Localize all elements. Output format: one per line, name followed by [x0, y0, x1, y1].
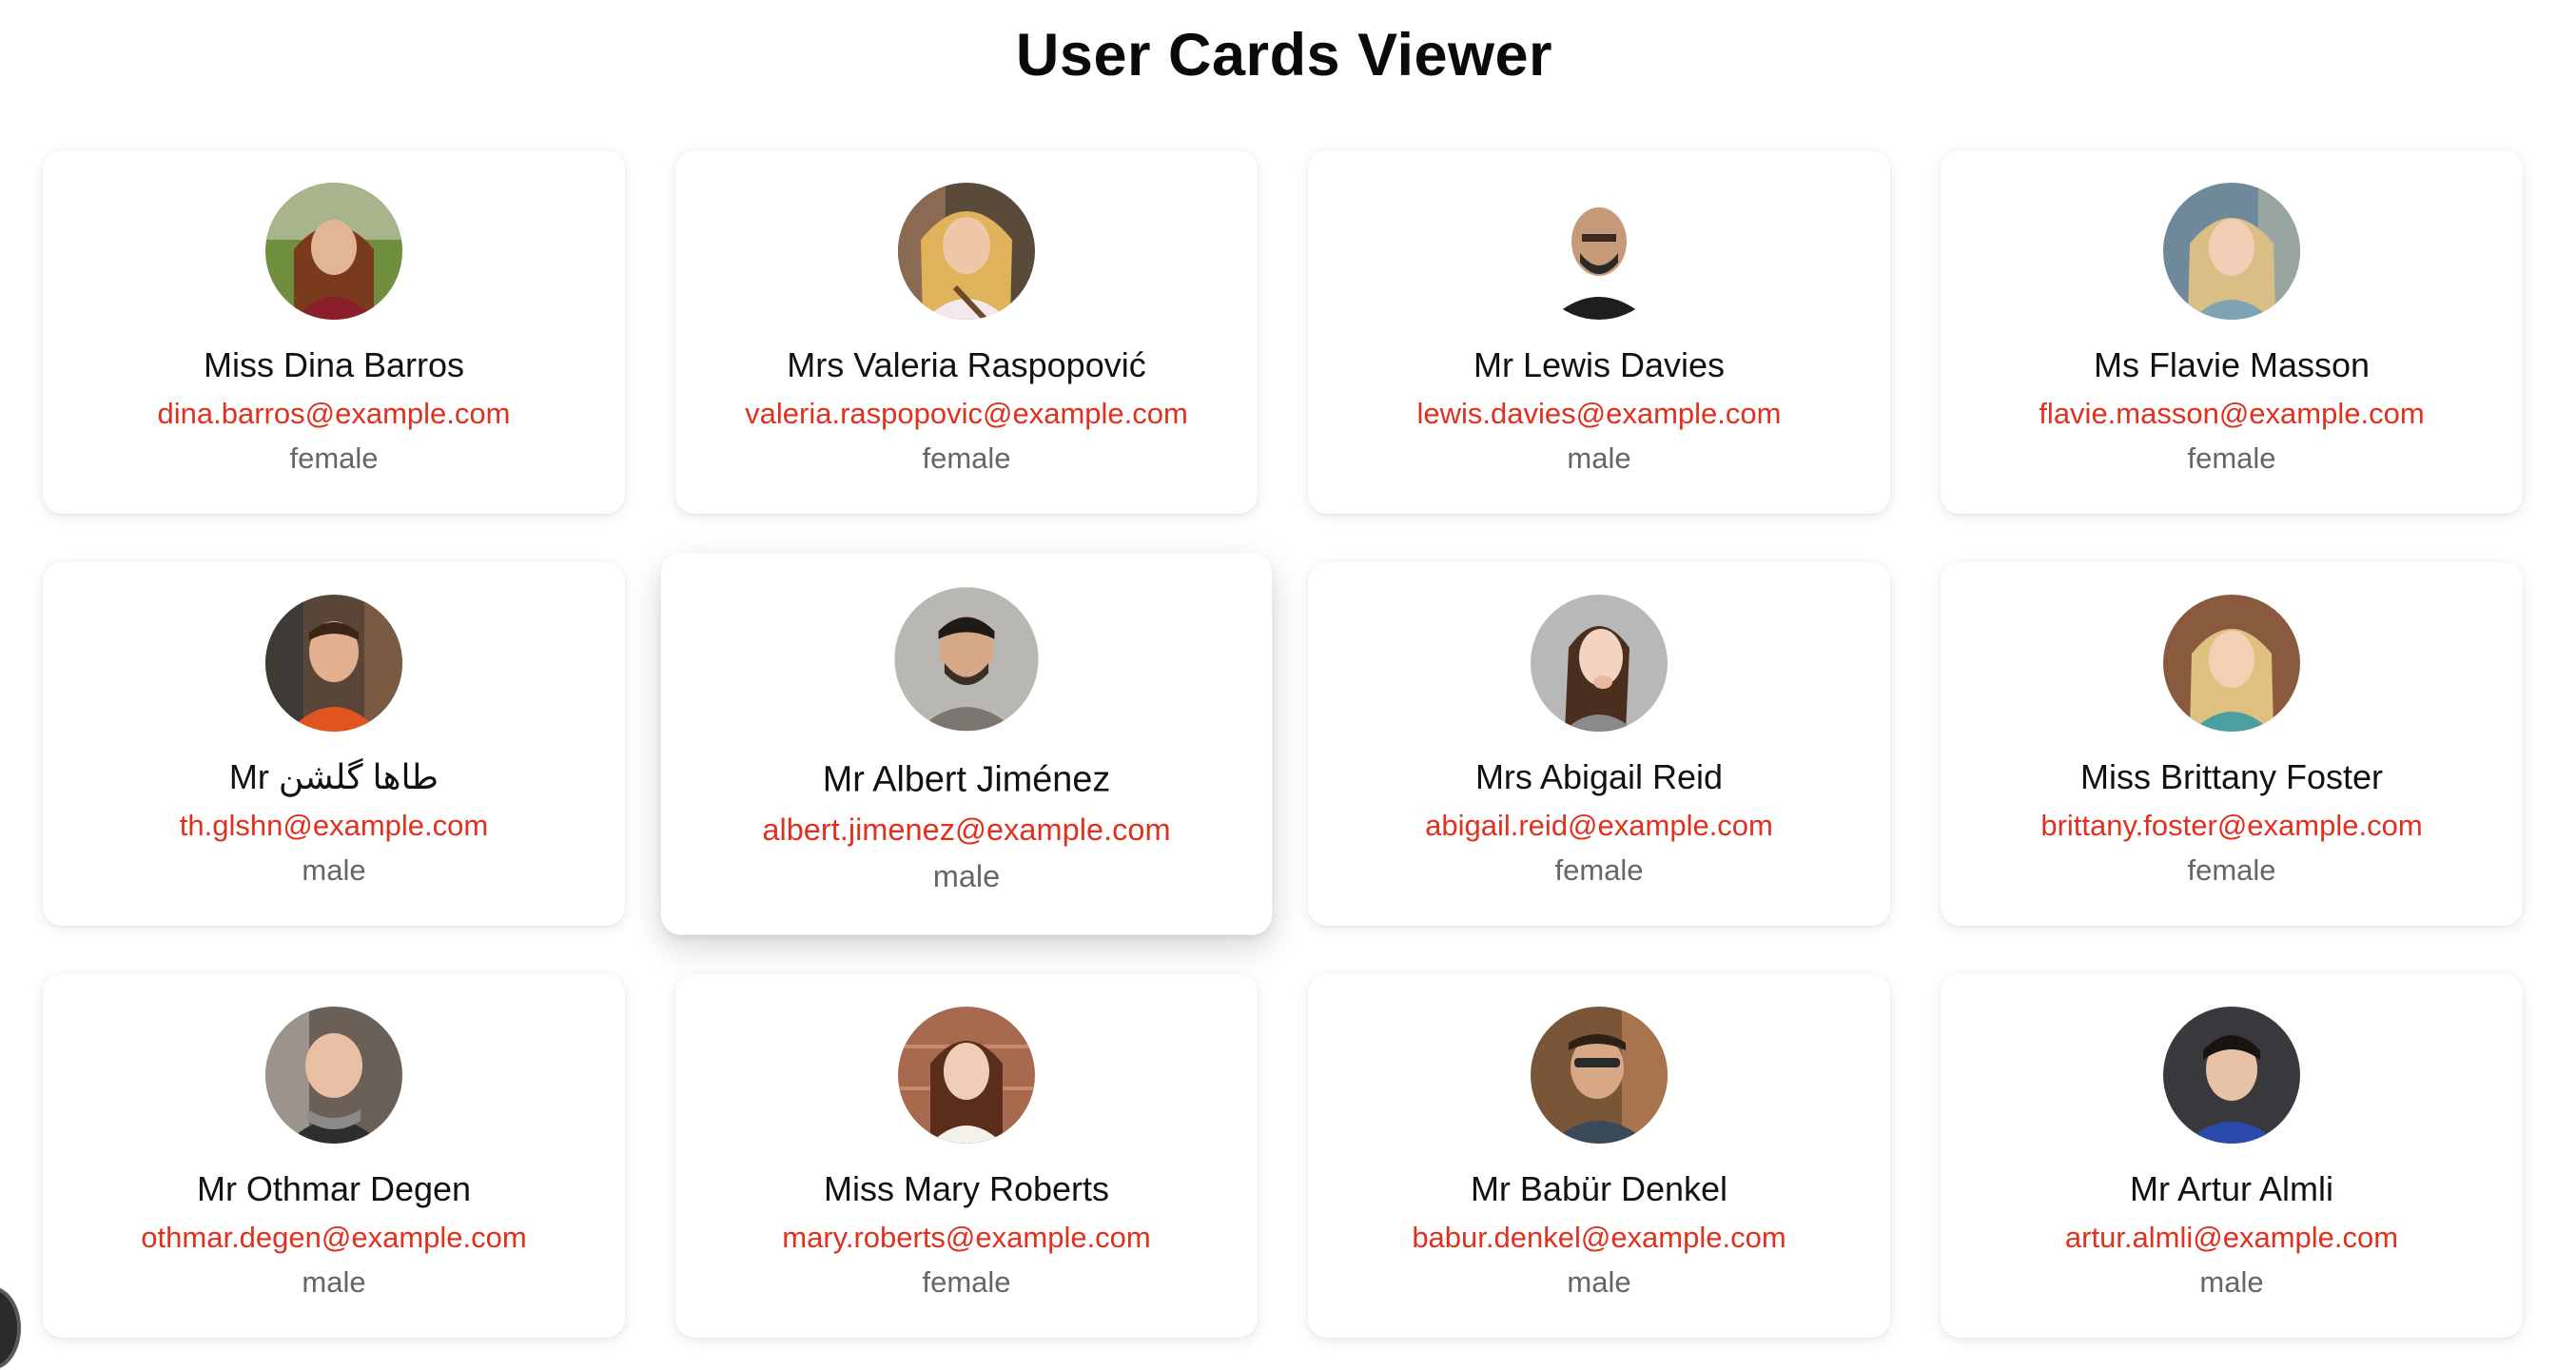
avatar — [898, 1007, 1035, 1144]
user-gender: male — [302, 853, 366, 887]
avatar — [894, 587, 1039, 732]
user-gender: female — [2187, 441, 2276, 475]
avatar — [265, 595, 402, 732]
user-email: dina.barros@example.com — [157, 397, 511, 430]
user-gender: female — [922, 441, 1011, 475]
user-card[interactable]: Mr Artur Almli artur.almli@example.com m… — [1941, 974, 2523, 1338]
user-name: Mr Albert Jiménez — [822, 757, 1111, 799]
user-gender: male — [2199, 1265, 2264, 1299]
user-card[interactable]: Miss Dina Barros dina.barros@example.com… — [43, 150, 625, 514]
user-gender: female — [2187, 853, 2276, 887]
user-name: Mr Artur Almli — [2129, 1169, 2333, 1208]
avatar — [265, 183, 402, 320]
user-name: Miss Brittany Foster — [2079, 757, 2384, 796]
user-email: th.glshn@example.com — [179, 809, 489, 842]
user-email: mary.roberts@example.com — [782, 1221, 1151, 1254]
user-card[interactable]: Miss Mary Roberts mary.roberts@example.c… — [675, 974, 1258, 1338]
user-cards-grid: Miss Dina Barros dina.barros@example.com… — [43, 150, 2523, 1338]
avatar — [2163, 183, 2300, 320]
avatar — [1531, 595, 1668, 732]
user-gender: female — [1554, 853, 1644, 887]
user-email: valeria.raspopovic@example.com — [745, 397, 1188, 430]
avatar — [1531, 183, 1668, 320]
user-email: artur.almli@example.com — [2064, 1221, 2399, 1254]
user-email: albert.jimenez@example.com — [762, 812, 1171, 848]
floating-action-button[interactable] — [0, 1286, 21, 1370]
user-name: Miss Mary Roberts — [823, 1169, 1110, 1208]
user-gender: male — [1567, 441, 1631, 475]
user-email: flavie.masson@example.com — [2039, 397, 2425, 430]
user-gender: male — [1567, 1265, 1631, 1299]
user-card[interactable]: Mr Albert Jiménez albert.jimenez@example… — [660, 553, 1273, 935]
user-name: Ms Flavie Masson — [2093, 345, 2371, 384]
user-gender: male — [932, 858, 1001, 894]
user-gender: female — [289, 441, 379, 475]
user-name: Mr طاها گلشن — [228, 757, 439, 796]
user-card[interactable]: Miss Brittany Foster brittany.foster@exa… — [1941, 562, 2523, 926]
user-name: Miss Dina Barros — [203, 345, 465, 384]
avatar — [2163, 1007, 2300, 1144]
user-name: Mrs Abigail Reid — [1474, 757, 1724, 796]
user-card[interactable]: Mr Lewis Davies lewis.davies@example.com… — [1308, 150, 1890, 514]
user-gender: female — [922, 1265, 1011, 1299]
user-card[interactable]: Ms Flavie Masson flavie.masson@example.c… — [1941, 150, 2523, 514]
user-gender: male — [302, 1265, 366, 1299]
user-email: brittany.foster@example.com — [2040, 809, 2423, 842]
avatar — [2163, 595, 2300, 732]
avatar — [265, 1007, 402, 1144]
avatar — [898, 183, 1035, 320]
user-name: Mr Lewis Davies — [1473, 345, 1726, 384]
user-card[interactable]: Mr طاها گلشن th.glshn@example.com male — [43, 562, 625, 926]
user-name: Mrs Valeria Raspopović — [787, 345, 1146, 384]
user-name: Mr Othmar Degen — [196, 1169, 472, 1208]
user-card[interactable]: Mrs Valeria Raspopović valeria.raspopovi… — [675, 150, 1258, 514]
user-card[interactable]: Mrs Abigail Reid abigail.reid@example.co… — [1308, 562, 1890, 926]
page-title: User Cards Viewer — [1015, 22, 1553, 88]
user-email: babur.denkel@example.com — [1412, 1221, 1786, 1254]
user-email: lewis.davies@example.com — [1416, 397, 1782, 430]
user-email: abigail.reid@example.com — [1425, 809, 1773, 842]
user-email: othmar.degen@example.com — [141, 1221, 527, 1254]
user-card[interactable]: Mr Babür Denkel babur.denkel@example.com… — [1308, 974, 1890, 1338]
avatar — [1531, 1007, 1668, 1144]
user-name: Mr Babür Denkel — [1470, 1169, 1728, 1208]
user-card[interactable]: Mr Othmar Degen othmar.degen@example.com… — [43, 974, 625, 1338]
